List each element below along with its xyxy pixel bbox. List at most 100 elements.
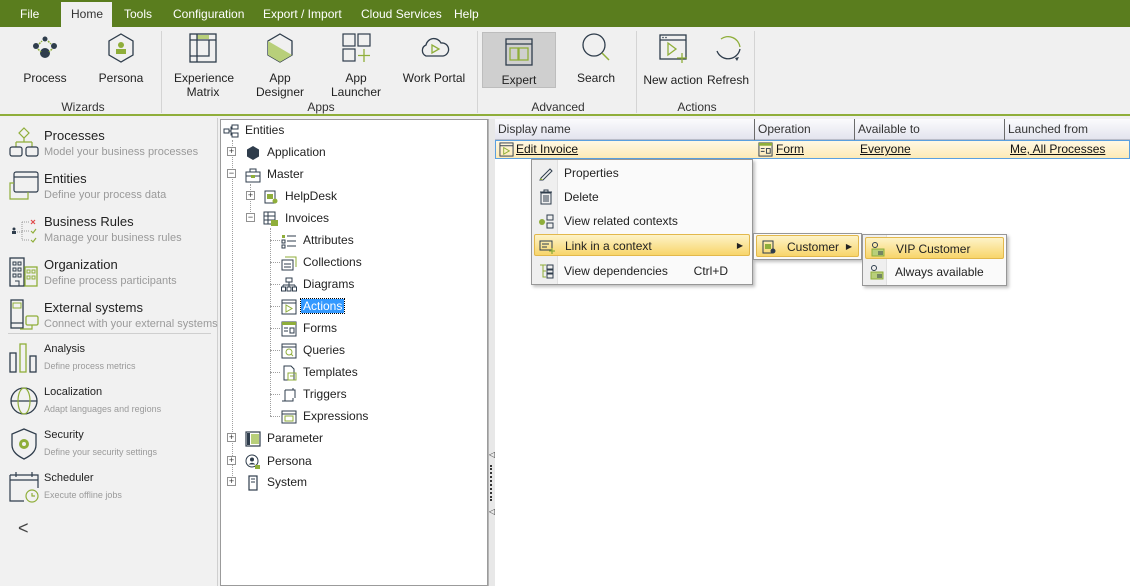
menu-item-delete[interactable]: Delete xyxy=(534,186,750,208)
nav-item-processes[interactable]: Processes Model your business processes xyxy=(0,124,218,167)
tree-node-attributes[interactable]: Attributes xyxy=(281,230,356,250)
tree-connector xyxy=(270,228,271,416)
menu-item-always-available[interactable]: Always available xyxy=(865,261,1004,283)
new-action-button[interactable]: New action xyxy=(642,31,704,87)
nav-title: Localization xyxy=(44,386,103,398)
nav-subtitle: Model your business processes xyxy=(44,146,199,158)
column-header-display-name[interactable]: Display name xyxy=(495,119,755,140)
queries-icon xyxy=(281,343,297,359)
cell-available-to[interactable]: Everyone xyxy=(857,141,911,159)
tree-connector xyxy=(270,306,280,307)
tree-connector xyxy=(270,394,280,395)
column-header-available-to[interactable]: Available to xyxy=(855,119,1005,140)
work-portal-button[interactable]: Work Portal xyxy=(402,31,466,85)
menu-label: Delete xyxy=(564,190,599,204)
menu-item-view-dependencies[interactable]: View dependencies Ctrl+D xyxy=(534,260,750,282)
menu-tab-configuration[interactable]: Configuration xyxy=(163,2,254,27)
expert-button[interactable]: Expert xyxy=(482,32,556,88)
cell-operation[interactable]: Form xyxy=(773,141,804,159)
menu-tab-tools[interactable]: Tools xyxy=(114,2,162,27)
table-row[interactable]: Edit Invoice Form Everyone Me, All Proce… xyxy=(495,140,1130,159)
expand-toggle[interactable]: + xyxy=(227,433,236,442)
column-header-launched-from[interactable]: Launched from xyxy=(1005,119,1130,140)
tree-connector xyxy=(270,284,280,285)
persona-button[interactable]: Persona xyxy=(96,31,146,85)
nav-item-localization[interactable]: Localization Adapt languages and regions xyxy=(0,382,218,425)
tree-label: Persona xyxy=(267,454,312,468)
tree-node-application[interactable]: Application xyxy=(245,142,328,162)
left-navigation: Processes Model your business processes … xyxy=(0,118,218,586)
menu-item-vip-customer[interactable]: VIP Customer xyxy=(865,237,1004,259)
cell-launched-from[interactable]: Me, All Processes xyxy=(1007,141,1105,159)
menu-item-customer[interactable]: Customer ▶ xyxy=(756,235,859,257)
tree-node-system[interactable]: System xyxy=(245,472,309,492)
nav-subtitle: Define your process data xyxy=(44,189,167,201)
group-apps: Apps xyxy=(307,100,335,114)
collapse-nav-button[interactable]: < xyxy=(18,518,29,539)
nav-subtitle: Connect with your external systems xyxy=(44,318,218,330)
experience-matrix-button[interactable]: Experience Matrix xyxy=(174,31,234,99)
expand-toggle[interactable]: + xyxy=(227,456,236,465)
nav-item-entities[interactable]: Entities Define your process data xyxy=(0,167,218,210)
tree-node-queries[interactable]: Queries xyxy=(281,340,347,360)
app-launcher-icon xyxy=(342,33,371,62)
column-header-operation[interactable]: Operation xyxy=(755,119,855,140)
menu-tab-home[interactable]: Home xyxy=(61,2,112,27)
system-icon xyxy=(248,475,258,491)
collapse-toggle[interactable]: − xyxy=(227,169,236,178)
new-action-label: New action xyxy=(643,73,703,87)
tree-node-entities[interactable]: Entities xyxy=(223,120,286,140)
nav-separator xyxy=(8,333,211,334)
app-designer-button[interactable]: App Designer xyxy=(244,31,316,99)
tree-node-actions[interactable]: Actions xyxy=(281,296,346,316)
app-launcher-button[interactable]: App Launcher xyxy=(320,31,392,99)
nav-item-analysis[interactable]: Analysis Define process metrics xyxy=(0,339,218,382)
tree-node-forms[interactable]: Forms xyxy=(281,318,339,338)
app-launcher-label: App Launcher xyxy=(330,71,382,99)
menu-item-link-in-a-context[interactable]: Link in a context ▶ xyxy=(534,234,750,256)
tree-label: Templates xyxy=(303,365,358,379)
panel-splitter[interactable]: ◁ ◁ xyxy=(488,119,495,586)
menu-tab-file[interactable]: File xyxy=(10,2,49,27)
tree-node-parameter[interactable]: Parameter xyxy=(245,428,325,448)
actions-icon xyxy=(281,299,297,315)
nav-item-business-rules[interactable]: Business Rules Manage your business rule… xyxy=(0,210,218,253)
menu-tab-cloud-services[interactable]: Cloud Services xyxy=(351,2,452,27)
collapse-toggle[interactable]: − xyxy=(246,213,255,222)
menu-item-properties[interactable]: Properties xyxy=(534,162,750,184)
tree-node-collections[interactable]: Collections xyxy=(281,252,364,272)
tree-node-diagrams[interactable]: Diagrams xyxy=(281,274,356,294)
work-portal-icon xyxy=(421,37,450,57)
tree-node-expressions[interactable]: Expressions xyxy=(281,406,370,426)
splitter-grip[interactable] xyxy=(490,465,492,501)
tree-node-triggers[interactable]: Triggers xyxy=(281,384,349,404)
refresh-button[interactable]: Refresh xyxy=(706,31,750,87)
tree-node-invoices[interactable]: Invoices xyxy=(263,208,331,228)
process-button[interactable]: Process xyxy=(20,31,70,85)
cell-display-name[interactable]: Edit Invoice xyxy=(513,141,578,159)
menu-tab-export-import[interactable]: Export / Import xyxy=(253,2,352,27)
tree-label: Master xyxy=(267,167,304,181)
tree-node-persona[interactable]: Persona xyxy=(245,451,314,471)
search-button[interactable]: Search xyxy=(566,31,626,85)
nav-title: Entities xyxy=(44,171,87,186)
nav-item-security[interactable]: Security Define your security settings xyxy=(0,425,218,468)
expand-toggle[interactable]: + xyxy=(246,191,255,200)
expand-toggle[interactable]: + xyxy=(227,147,236,156)
process-icon xyxy=(33,36,57,58)
nav-item-organization[interactable]: Organization Define process participants xyxy=(0,253,218,296)
nav-item-scheduler[interactable]: Scheduler Execute offline jobs xyxy=(0,468,218,511)
menu-item-view-related-contexts[interactable]: View related contexts xyxy=(534,210,750,232)
tree-node-templates[interactable]: Templates xyxy=(281,362,360,382)
link-context-icon xyxy=(539,240,555,254)
process-label: Process xyxy=(23,71,67,85)
tree-node-master[interactable]: Master xyxy=(245,164,306,184)
tree-label: Collections xyxy=(303,255,362,269)
menu-tab-help[interactable]: Help xyxy=(444,2,489,27)
nav-title: Analysis xyxy=(44,343,85,355)
submenu-customer: VIP Customer Always available xyxy=(862,234,1007,286)
tree-node-helpdesk[interactable]: HelpDesk xyxy=(263,186,339,206)
tree-connector xyxy=(270,416,280,417)
expand-toggle[interactable]: + xyxy=(227,477,236,486)
shield-icon xyxy=(11,428,37,460)
